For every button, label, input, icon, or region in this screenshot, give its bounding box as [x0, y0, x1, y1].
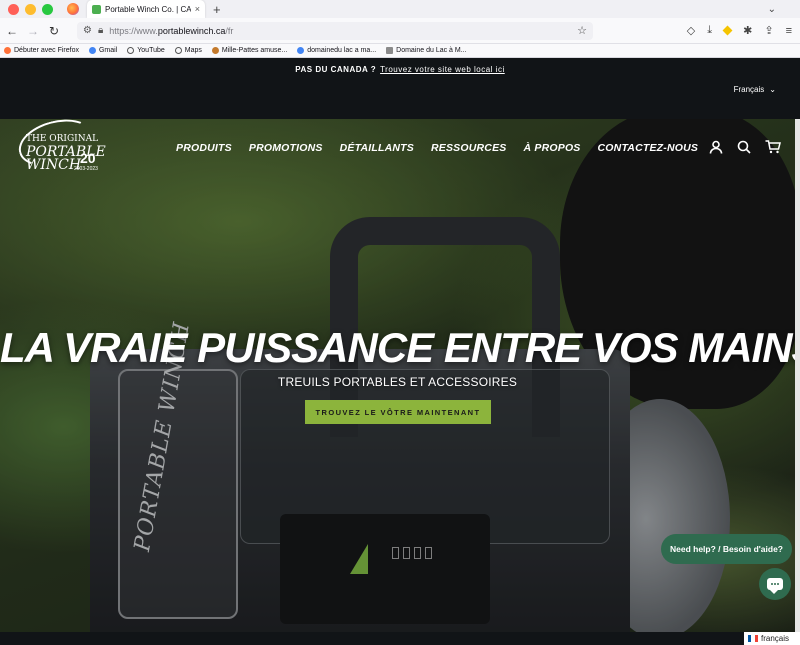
browser-tab-active[interactable]: Portable Winch Co. | CANADA - × [87, 0, 205, 18]
menu-hamburger-icon[interactable]: ≡ [786, 25, 792, 37]
toolbar-actions: ◇ ⤓ ✱ ⇪ ≡ [687, 24, 800, 37]
window-controls [0, 3, 53, 15]
url-bar[interactable]: ⚙ 🔒︎ https://www.portablewinch.ca/fr ☆ [77, 21, 593, 40]
minimize-window-button[interactable] [25, 3, 36, 15]
nav-produits[interactable]: PRODUITS [176, 142, 232, 154]
download-icon[interactable]: ⤓ [707, 24, 712, 37]
logo-tagline: THE ORIGINAL [26, 134, 99, 144]
nav-contactez-nous[interactable]: CONTACTEZ-NOUS [598, 142, 699, 154]
close-window-button[interactable] [8, 3, 19, 15]
browser-nav-bar: ← → ↻ ⚙ 🔒︎ https://www.portablewinch.ca/… [0, 18, 800, 44]
bookmark-item[interactable]: domainedu lac a ma... [297, 47, 376, 54]
bookmark-label: domainedu lac a ma... [307, 47, 377, 54]
globe-icon [127, 47, 135, 54]
nav-detaillants[interactable]: DÉTAILLANTS [340, 142, 414, 154]
mille-pattes-icon [211, 47, 219, 54]
logo-word-winch: WINCH [26, 157, 82, 173]
share-icon[interactable]: ⇪ [764, 24, 773, 37]
help-bubble[interactable]: Need help? / Besoin d'aide? [661, 534, 792, 564]
logo-anniversary: 20 [80, 150, 96, 166]
bookmark-label: Domaine du Lac à M... [396, 47, 467, 54]
bookmark-item[interactable]: Mille-Pattes amuse... [211, 47, 288, 54]
bookmark-label: Maps [184, 47, 202, 54]
forward-arrow-icon[interactable]: → [24, 24, 42, 38]
language-selected: Français [733, 85, 765, 94]
bookmark-star-icon[interactable]: ☆ [577, 24, 587, 37]
firefox-icon [4, 47, 11, 54]
bookmark-item[interactable]: Maps [174, 47, 202, 54]
url-text[interactable]: https://www.portablewinch.ca/fr [109, 26, 571, 36]
reload-icon[interactable]: ↻ [45, 24, 63, 38]
page-scrollbar[interactable] [795, 119, 800, 632]
hero-subtitle: TREUILS PORTABLES ET ACCESSOIRES [277, 375, 518, 389]
page-icon [386, 47, 394, 54]
language-widget[interactable]: français [744, 632, 800, 645]
url-path: /fr [225, 25, 234, 36]
bookmark-label: Gmail [98, 47, 118, 54]
nav-a-propos[interactable]: À PROPOS [523, 142, 580, 154]
account-icon[interactable] [709, 140, 723, 159]
bookmark-item[interactable]: Domaine du Lac à M... [386, 47, 467, 54]
lock-icon[interactable]: 🔒︎ [98, 25, 103, 36]
tab-close-icon[interactable]: × [195, 4, 200, 14]
list-all-tabs-button[interactable]: ⌄ [768, 4, 776, 15]
site-favicon-icon [92, 4, 101, 14]
bookmark-item[interactable]: Gmail [88, 47, 118, 54]
search-icon[interactable] [737, 140, 751, 159]
local-site-link[interactable]: Trouvez votre site web local ici [380, 65, 505, 74]
back-arrow-icon[interactable]: ← [3, 24, 21, 38]
url-prefix: https://www. [109, 25, 158, 36]
bookmarks-bar: Débuter avec Firefox Gmail YouTube Maps … [0, 44, 800, 58]
bookmark-label: Débuter avec Firefox [14, 47, 79, 54]
tab-title: Portable Winch Co. | CANADA - [105, 4, 191, 14]
google-icon [88, 47, 96, 54]
extension-icon[interactable] [722, 25, 733, 36]
site-info-icon[interactable]: ⚙ [83, 25, 92, 36]
chevron-down-icon: ⌄ [769, 85, 776, 94]
language-bar: Français ⌄ [0, 81, 800, 119]
bookmark-item[interactable]: YouTube [127, 47, 165, 54]
hero-section: PORTABLE WINCH THE ORIGINAL PORTABLE WIN… [0, 119, 795, 632]
google-icon [297, 47, 305, 54]
bookmark-label: Mille-Pattes amuse... [221, 47, 288, 54]
logo-years: 2003-2023 [74, 166, 98, 172]
firefox-view-icon[interactable] [67, 3, 79, 15]
nav-ressources[interactable]: RESSOURCES [431, 142, 507, 154]
globe-icon [174, 47, 182, 54]
announcement-question: PAS DU CANADA ? [295, 65, 377, 74]
bookmark-label: YouTube [137, 47, 165, 54]
france-flag-icon [748, 635, 758, 642]
hero-title: LA VRAIE PUISSANCE ENTRE VOS MAINS [0, 324, 795, 371]
hero-cta-button[interactable]: TROUVEZ LE VÔTRE MAINTENANT [305, 400, 491, 424]
new-tab-button[interactable]: + [213, 3, 221, 16]
extensions-puzzle-icon[interactable]: ✱ [743, 24, 752, 37]
main-navigation: PRODUITS PROMOTIONS DÉTAILLANTS RESSOURC… [176, 142, 698, 154]
header-actions [709, 140, 781, 159]
footer-strip [0, 632, 800, 645]
chat-button[interactable] [759, 568, 791, 600]
announcement-bar: PAS DU CANADA ? Trouvez votre site web l… [0, 58, 800, 81]
bookmark-item[interactable]: Débuter avec Firefox [4, 47, 79, 54]
nav-promotions[interactable]: PROMOTIONS [249, 142, 323, 154]
url-domain: portablewinch.ca [157, 25, 226, 36]
site-logo[interactable]: THE ORIGINAL PORTABLE WINCH 20 2003-2023 [13, 119, 108, 179]
cart-icon[interactable] [765, 140, 781, 159]
chat-icon [767, 578, 783, 594]
language-selector[interactable]: Français ⌄ [734, 85, 776, 94]
browser-tab-bar: Portable Winch Co. | CANADA - × + ⌄ [0, 0, 800, 18]
pocket-icon[interactable]: ◇ [687, 24, 695, 37]
maximize-window-button[interactable] [42, 3, 53, 15]
language-widget-label: français [761, 634, 790, 643]
